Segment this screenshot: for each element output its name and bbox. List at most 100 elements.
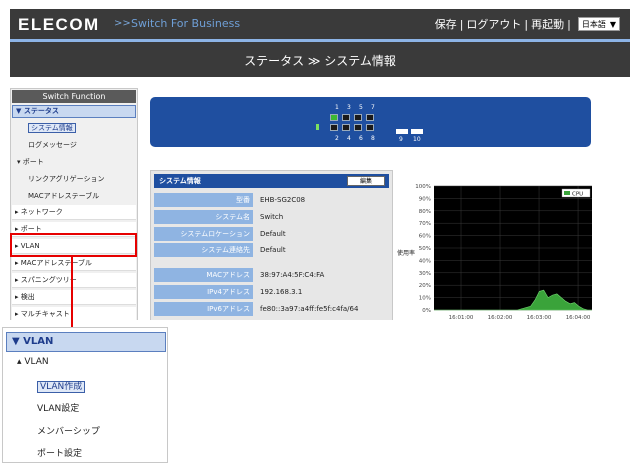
port-1[interactable] bbox=[330, 114, 338, 121]
port-4[interactable] bbox=[342, 124, 350, 131]
menu-divider: | bbox=[524, 17, 529, 31]
y-tick-label: 90% bbox=[419, 196, 431, 202]
y-tick-label: 0% bbox=[422, 308, 431, 314]
edit-button[interactable]: 編集 bbox=[347, 176, 385, 186]
info-row-contact: システム連絡先 Default bbox=[154, 243, 389, 257]
info-row-mac: MACアドレス 38:97:A4:5F:C4:FA bbox=[154, 268, 389, 282]
info-value: EHB-SG2C08 bbox=[260, 196, 306, 204]
sidebar-item-spanning-tree[interactable]: ▸ スパニングツリー bbox=[12, 273, 136, 288]
info-value: Switch bbox=[260, 213, 284, 221]
cpu-usage-chart: 100% 90% 80% 70% 60% 50% 40% 30% 20% 10% 0% 16:01:… bbox=[397, 184, 592, 320]
sidebar-item-label: マルチキャスト bbox=[20, 310, 70, 318]
info-label: IPv6アドレス bbox=[154, 302, 253, 316]
sidebar-item-label: MACアドレステーブル bbox=[20, 259, 92, 267]
port-3[interactable] bbox=[342, 114, 350, 121]
info-row-ipv6: IPv6アドレス fe80::3a97:a4ff:fe5f:c4fa/64 bbox=[154, 302, 389, 316]
port-5[interactable] bbox=[354, 114, 362, 121]
y-tick-label: 60% bbox=[419, 234, 431, 240]
y-tick-label: 50% bbox=[419, 246, 431, 252]
sidebar-item-mac-address-table[interactable]: ▸ MACアドレステーブル bbox=[12, 256, 136, 271]
port-number: 1 bbox=[335, 104, 339, 111]
sidebar-item-multicast[interactable]: ▸ マルチキャスト bbox=[12, 307, 136, 320]
top-bar: ELECOM >> Switch For Business 保存 | ログアウト… bbox=[10, 9, 630, 39]
info-value: 192.168.3.1 bbox=[260, 288, 303, 296]
sidebar-item-network[interactable]: ▸ ネットワーク bbox=[12, 205, 136, 220]
sidebar: Switch Function ▼ ステータス システム情報 ログメッセージ ▾… bbox=[10, 88, 138, 320]
x-tick-label: 16:02:00 bbox=[488, 315, 513, 320]
page-title: ステータス ≫ システム情報 bbox=[244, 54, 396, 68]
elecom-logo: ELECOM bbox=[18, 15, 100, 34]
port-number: 6 bbox=[359, 135, 363, 142]
port-number: 10 bbox=[413, 136, 421, 143]
port-number: 7 bbox=[371, 104, 375, 111]
info-row-model: 型番 EHB-SG2C08 bbox=[154, 193, 389, 207]
system-info-panel: システム情報 編集 型番 EHB-SG2C08 システム名 Switch システ… bbox=[150, 170, 393, 320]
port-number: 5 bbox=[359, 104, 363, 111]
info-value: Default bbox=[260, 246, 286, 254]
port-9[interactable] bbox=[396, 129, 408, 134]
y-tick-label: 30% bbox=[419, 271, 431, 277]
sidebar-item-label: スパニングツリー bbox=[20, 276, 77, 284]
info-value: fe80::3a97:a4ff:fe5f:c4fa/64 bbox=[260, 305, 359, 313]
info-row-location: システムロケーション Default bbox=[154, 227, 389, 241]
port-2[interactable] bbox=[330, 124, 338, 131]
zoom-vlan-group[interactable]: ▴ VLAN bbox=[17, 357, 49, 367]
zoomed-vlan-menu: ▼ VLAN ▴ VLAN VLAN作成 VLAN設定 メンバーシップ ポート設… bbox=[2, 327, 168, 463]
info-label: MACアドレス bbox=[154, 268, 253, 282]
port-number: 4 bbox=[347, 135, 351, 142]
y-tick-label: 40% bbox=[419, 258, 431, 264]
sidebar-item-discovery[interactable]: ▸ 検出 bbox=[12, 290, 136, 305]
port-10[interactable] bbox=[411, 129, 423, 134]
x-tick-label: 16:04:00 bbox=[566, 315, 591, 320]
system-info-title: システム情報 bbox=[159, 177, 201, 185]
info-row-system-name: システム名 Switch bbox=[154, 210, 389, 224]
info-label: システム名 bbox=[154, 210, 253, 224]
y-tick-label: 70% bbox=[419, 221, 431, 227]
sidebar-item-label: 検出 bbox=[20, 293, 35, 301]
y-axis-ticks: 100% 90% 80% 70% 60% 50% 40% 30% 20% 10% 0% bbox=[415, 184, 431, 314]
zoom-item-vlan-create[interactable]: VLAN作成 bbox=[37, 379, 86, 393]
zoom-item-membership[interactable]: メンバーシップ bbox=[37, 424, 100, 437]
language-select[interactable]: 日本語 ▼ bbox=[577, 17, 620, 31]
top-menu: 保存 | ログアウト | 再起動 | 日本語 ▼ bbox=[435, 16, 620, 32]
port-6[interactable] bbox=[354, 124, 362, 131]
y-axis-label: 使用率 bbox=[397, 249, 415, 257]
sidebar-section-status[interactable]: ▼ ステータス bbox=[12, 105, 136, 118]
info-label: IPv4アドレス bbox=[154, 285, 253, 299]
zoom-item-vlan-settings[interactable]: VLAN設定 bbox=[37, 401, 79, 414]
logout-link[interactable]: ログアウト bbox=[466, 16, 521, 32]
language-value: 日本語 bbox=[581, 19, 606, 29]
sidebar-item-link-aggregation[interactable]: リンクアグリゲーション bbox=[11, 171, 137, 188]
product-subtitle: Switch For Business bbox=[131, 17, 241, 30]
legend-swatch bbox=[564, 191, 570, 195]
chevron-down-icon: ▼ bbox=[609, 19, 616, 29]
sidebar-item-system-info[interactable]: システム情報 bbox=[11, 120, 137, 137]
sidebar-group-port[interactable]: ▾ ポート bbox=[11, 154, 137, 171]
screenshot-area: ELECOM >> Switch For Business 保存 | ログアウト… bbox=[0, 0, 640, 320]
y-tick-label: 20% bbox=[419, 283, 431, 289]
port-number: 9 bbox=[399, 136, 403, 143]
info-label: システムロケーション bbox=[154, 227, 253, 241]
switch-front-panel: 1 3 5 7 2 4 6 8 9 10 bbox=[150, 97, 591, 147]
zoom-vlan-section-header[interactable]: ▼ VLAN bbox=[6, 332, 166, 352]
port-number: 2 bbox=[335, 135, 339, 142]
status-led bbox=[316, 124, 319, 130]
info-label: 型番 bbox=[154, 193, 253, 207]
menu-divider: | bbox=[567, 17, 571, 31]
title-bar: ステータス ≫ システム情報 bbox=[10, 42, 630, 77]
info-value: Default bbox=[260, 230, 286, 238]
x-tick-label: 16:03:00 bbox=[527, 315, 552, 320]
system-info-header: システム情報 編集 bbox=[154, 174, 389, 188]
reboot-link[interactable]: 再起動 bbox=[531, 16, 564, 32]
legend-label: CPU bbox=[572, 192, 583, 198]
x-axis-ticks: 16:01:00 16:02:00 16:03:00 16:04:00 bbox=[449, 315, 591, 320]
sidebar-item-mac-table[interactable]: MACアドレステーブル bbox=[11, 188, 137, 205]
sidebar-item-label: ネットワーク bbox=[20, 208, 63, 216]
zoom-item-port-settings[interactable]: ポート設定 bbox=[37, 446, 82, 459]
x-tick-label: 16:01:00 bbox=[449, 315, 474, 320]
port-7[interactable] bbox=[366, 114, 374, 121]
y-tick-label: 80% bbox=[419, 209, 431, 215]
sidebar-item-log-messages[interactable]: ログメッセージ bbox=[11, 137, 137, 154]
port-8[interactable] bbox=[366, 124, 374, 131]
save-link[interactable]: 保存 bbox=[435, 16, 457, 32]
